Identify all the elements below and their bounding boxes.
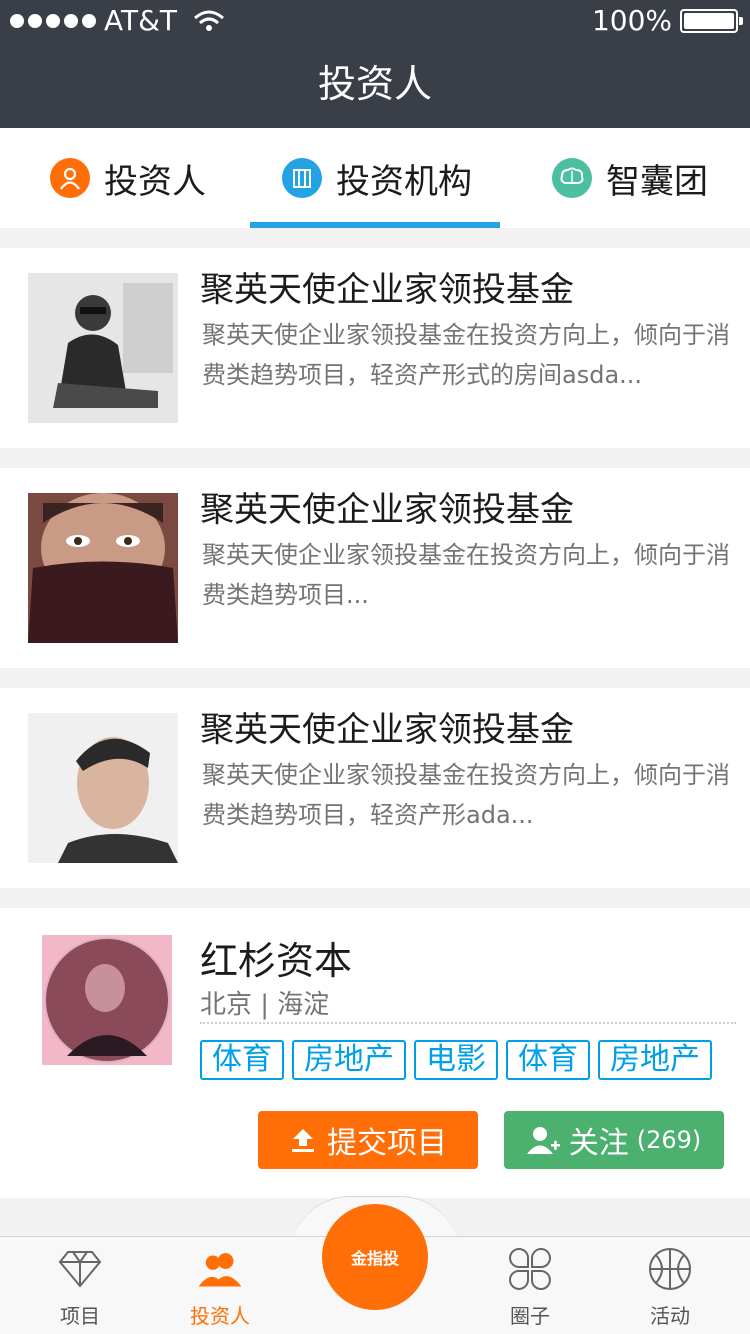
tab-investor[interactable]: 投资人 — [50, 128, 206, 228]
tag[interactable]: 房地产 — [292, 1040, 406, 1080]
tab-investors[interactable]: 投资人 — [160, 1237, 280, 1334]
nav-bar: 投资人 — [0, 40, 750, 128]
tab-label: 圈子 — [510, 1304, 550, 1328]
tab-projects[interactable]: 项目 — [20, 1237, 140, 1334]
battery-icon — [680, 8, 743, 33]
card-title: 聚英天使企业家领投基金 — [200, 710, 574, 750]
clover-icon — [507, 1246, 553, 1292]
tab-activities[interactable]: 活动 — [610, 1237, 730, 1334]
card-description: 聚英天使企业家领投基金在投资方向上，倾向于消费类趋势项目... — [202, 541, 730, 609]
status-left: AT&T — [10, 4, 225, 37]
tab-label: 活动 — [650, 1304, 690, 1328]
tab-label: 项目 — [60, 1304, 100, 1328]
tab-circle[interactable]: 圈子 — [470, 1237, 590, 1334]
avatar — [28, 713, 178, 863]
building-icon — [282, 158, 322, 198]
add-user-icon — [526, 1127, 560, 1154]
person-icon — [50, 158, 90, 198]
submit-project-button[interactable]: 提交项目 — [258, 1111, 478, 1169]
tab-label: 智囊团 — [606, 161, 708, 202]
tab-indicator — [250, 222, 500, 228]
signal-icon — [10, 13, 96, 28]
divider — [200, 1022, 736, 1024]
tag-list: 体育 房地产 电影 体育 房地产 — [200, 1040, 712, 1080]
segment-tabs: 投资人 投资机构 智囊团 — [0, 128, 750, 228]
institution-location: 北京 | 海淀 — [200, 990, 330, 1020]
follow-label: 关注 — [568, 1126, 629, 1161]
upload-icon — [292, 1129, 314, 1152]
diamond-icon — [57, 1246, 103, 1292]
tag[interactable]: 体育 — [506, 1040, 590, 1080]
tab-thinktank[interactable]: 智囊团 — [552, 128, 708, 228]
tab-institution[interactable]: 投资机构 — [282, 128, 472, 228]
card-description: 聚英天使企业家领投基金在投资方向上，倾向于消费类趋势项目，轻资产形式的房间asd… — [202, 321, 730, 389]
tag[interactable]: 房地产 — [598, 1040, 712, 1080]
wifi-icon — [194, 10, 225, 31]
tag[interactable]: 电影 — [414, 1040, 498, 1080]
tab-label: 投资机构 — [336, 161, 472, 202]
card-title: 聚英天使企业家领投基金 — [200, 490, 574, 530]
center-logo-button[interactable]: 金指投 — [322, 1204, 428, 1310]
follow-button[interactable]: 关注 (269) — [504, 1111, 724, 1169]
investor-card[interactable]: 聚英天使企业家领投基金 聚英天使企业家领投基金在投资方向上，倾向于消费类趋势项目… — [0, 468, 750, 668]
logo-label: 金指投 — [350, 1249, 399, 1268]
institution-name: 红杉资本 — [200, 939, 353, 983]
status-bar: AT&T 100% — [0, 0, 750, 40]
avatar — [28, 493, 178, 643]
investor-card[interactable]: 聚英天使企业家领投基金 聚英天使企业家领投基金在投资方向上，倾向于消费类趋势项目… — [0, 688, 750, 888]
people-icon — [197, 1246, 243, 1292]
basketball-icon — [647, 1246, 693, 1292]
follow-count: (269) — [636, 1126, 702, 1154]
carrier-label: AT&T — [104, 4, 178, 37]
avatar — [28, 273, 178, 423]
card-description: 聚英天使企业家领投基金在投资方向上，倾向于消费类趋势项目，轻资产形ada... — [202, 761, 730, 829]
institution-card[interactable]: 红杉资本 北京 | 海淀 体育 房地产 电影 体育 房地产 提交项目 关注 (2… — [0, 908, 750, 1198]
tag[interactable]: 体育 — [200, 1040, 284, 1080]
tab-label: 投资人 — [190, 1304, 250, 1328]
tab-label: 投资人 — [104, 161, 206, 202]
investor-card[interactable]: 聚英天使企业家领投基金 聚英天使企业家领投基金在投资方向上，倾向于消费类趋势项目… — [0, 248, 750, 448]
page-title: 投资人 — [317, 62, 432, 106]
status-right: 100% — [591, 4, 743, 37]
card-title: 聚英天使企业家领投基金 — [200, 270, 574, 310]
battery-percent: 100% — [591, 4, 672, 37]
submit-label: 提交项目 — [327, 1126, 447, 1161]
brain-icon — [552, 158, 592, 198]
avatar — [42, 935, 172, 1065]
